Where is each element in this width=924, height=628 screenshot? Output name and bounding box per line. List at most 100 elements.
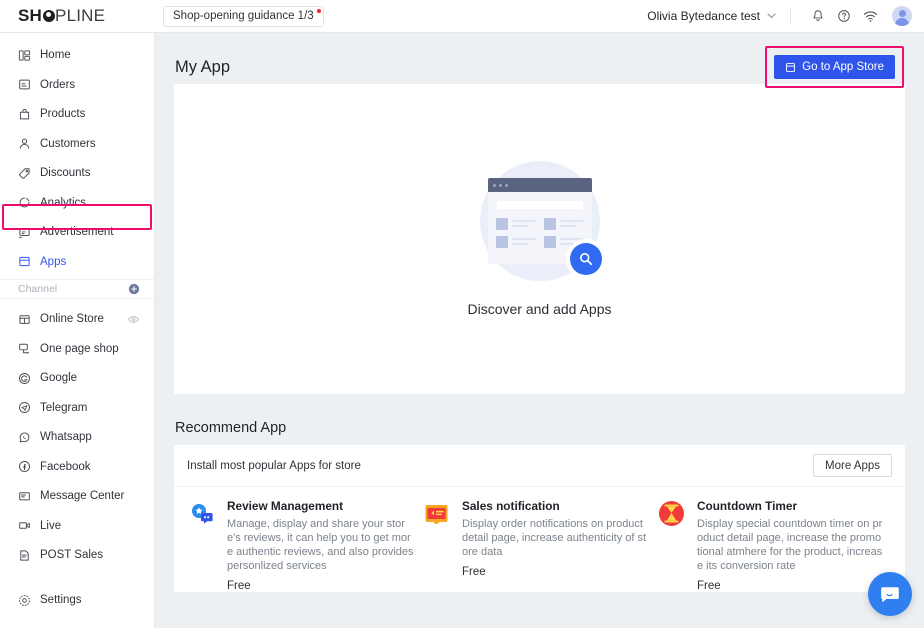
sidebar-item-label: Facebook	[40, 460, 91, 473]
apps-icon	[18, 255, 31, 268]
app-card-sales-notification[interactable]: Sales notification Display order notific…	[422, 499, 657, 592]
avatar[interactable]	[892, 6, 912, 26]
sidebar-item-settings[interactable]: Settings	[0, 588, 154, 612]
google-icon	[18, 372, 31, 385]
sidebar-item-one-page-shop[interactable]: One page shop	[0, 337, 154, 361]
recommend-card-title: Install most popular Apps for store	[187, 459, 361, 472]
sidebar-item-label: Google	[40, 372, 78, 384]
sidebar-item-label: Message Center	[40, 490, 125, 502]
chat-bubble-icon[interactable]	[868, 572, 912, 616]
app-description: Display order notifications on product d…	[462, 518, 647, 558]
logo-text: SH PLINE	[18, 6, 105, 26]
wifi-icon[interactable]	[857, 3, 883, 29]
message-center-icon	[18, 490, 31, 503]
sidebar-item-label: POST Sales	[40, 549, 104, 561]
sidebar-item-label: Live	[40, 519, 62, 532]
guidance-notification-dot	[316, 8, 321, 13]
illustration-window-titlebar	[487, 178, 592, 192]
home-icon	[18, 49, 31, 62]
sidebar-item-label: Analytics	[40, 196, 87, 209]
recommend-section-title: Recommend App	[175, 420, 287, 436]
app-store-highlight-box	[765, 46, 904, 88]
sidebar-channel-nav: Online Store One page shop Google Telegr…	[0, 299, 154, 567]
sidebar-item-label: Whatsapp	[40, 431, 92, 443]
sidebar-item-analytics[interactable]: Analytics	[0, 191, 154, 215]
illustration-grid-item	[495, 236, 536, 248]
sidebar-item-customers[interactable]: Customers	[0, 132, 154, 156]
sidebar-item-label: Home	[40, 49, 71, 61]
more-apps-button[interactable]: More Apps	[813, 454, 892, 477]
empty-state-illustration	[479, 161, 602, 281]
app-name: Countdown Timer	[697, 499, 798, 513]
chevron-down-icon	[767, 13, 776, 19]
shop-opening-guidance-chip[interactable]: Shop-opening guidance 1/3	[163, 5, 324, 27]
help-icon[interactable]	[831, 3, 857, 29]
header-divider	[790, 8, 791, 24]
brand-logo[interactable]: SH PLINE	[0, 6, 155, 26]
sidebar-item-label: Telegram	[40, 401, 88, 414]
app-card-text: Sales notification Display order notific…	[462, 499, 649, 592]
recommend-app-card: Install most popular Apps for store More…	[174, 445, 905, 592]
sidebar-item-label: Discounts	[40, 167, 91, 179]
analytics-pie-icon	[18, 196, 31, 209]
app-card-review-management[interactable]: Review Management Manage, display and sh…	[187, 499, 422, 592]
illustration-app-grid	[495, 218, 584, 248]
logo-text-part1: SH	[18, 6, 43, 25]
page-header: My App Go to App Store	[155, 33, 924, 88]
app-card-text: Review Management Manage, display and sh…	[227, 499, 414, 592]
facebook-icon	[18, 460, 31, 473]
plus-circle-icon[interactable]	[128, 283, 140, 295]
app-store-button-wrap: Go to App Store	[765, 46, 904, 88]
sidebar-item-whatsapp[interactable]: Whatsapp	[0, 425, 154, 449]
customers-icon	[18, 137, 31, 150]
empty-state-text: Discover and add Apps	[467, 301, 612, 317]
sidebar-item-live[interactable]: Live	[0, 514, 154, 538]
sidebar-item-message-center[interactable]: Message Center	[0, 484, 154, 508]
sidebar-item-facebook[interactable]: Facebook	[0, 455, 154, 479]
top-bar-right: Olivia Bytedance test	[647, 3, 924, 29]
sidebar-item-post-sales[interactable]: POST Sales	[0, 543, 154, 567]
sidebar-item-apps[interactable]: Apps	[0, 250, 154, 274]
sidebar-item-label: Customers	[40, 137, 96, 150]
sidebar-item-advertisement[interactable]: Advertisement	[0, 220, 154, 244]
sidebar-item-label: One page shop	[40, 342, 119, 355]
app-price: Free	[462, 566, 486, 578]
channel-section-header: Channel	[0, 279, 154, 299]
empty-state-card: Discover and add Apps	[174, 84, 905, 394]
gear-icon	[18, 594, 31, 607]
advertisement-icon	[18, 226, 31, 239]
review-management-icon	[187, 499, 216, 528]
app-name: Review Management	[227, 499, 344, 513]
app-description: Display special countdown timer on produ…	[697, 518, 883, 572]
bell-icon[interactable]	[805, 3, 831, 29]
sidebar-item-orders[interactable]: Orders	[0, 73, 154, 97]
account-switcher[interactable]: Olivia Bytedance test	[647, 9, 776, 23]
app-price: Free	[697, 580, 721, 592]
sidebar-item-discounts[interactable]: Discounts	[0, 161, 154, 185]
illustration-grid-item	[543, 218, 584, 230]
search-icon	[569, 243, 602, 275]
recommended-apps-row: Review Management Manage, display and sh…	[174, 487, 905, 592]
logo-o-mark	[42, 10, 55, 22]
sidebar-item-google[interactable]: Google	[0, 366, 154, 390]
sidebar-item-label: Online Store	[40, 313, 104, 325]
sidebar-item-label: Orders	[40, 78, 76, 91]
sidebar-item-telegram[interactable]: Telegram	[0, 396, 154, 420]
guidance-chip-label: Shop-opening guidance 1/3	[173, 10, 314, 22]
products-icon	[18, 108, 31, 121]
page-title: My App	[175, 57, 231, 76]
app-description: Manage, display and share your store's r…	[227, 518, 414, 572]
app-card-countdown-timer[interactable]: Countdown Timer Display special countdow…	[657, 499, 892, 592]
recommend-card-header: Install most popular Apps for store More…	[174, 445, 905, 487]
eye-icon[interactable]	[127, 313, 140, 326]
sidebar-item-online-store[interactable]: Online Store	[0, 307, 154, 331]
sidebar-item-label: Advertisement	[40, 226, 114, 238]
app-name: Sales notification	[462, 499, 560, 513]
sidebar-item-label: Apps	[40, 255, 67, 268]
sidebar-item-label: Products	[40, 108, 86, 120]
sidebar-item-home[interactable]: Home	[0, 43, 154, 67]
sidebar: Home Orders Products Customers Discounts	[0, 33, 155, 628]
illustration-search-bar	[496, 201, 583, 209]
sidebar-item-products[interactable]: Products	[0, 102, 154, 126]
account-name: Olivia Bytedance test	[647, 9, 760, 23]
